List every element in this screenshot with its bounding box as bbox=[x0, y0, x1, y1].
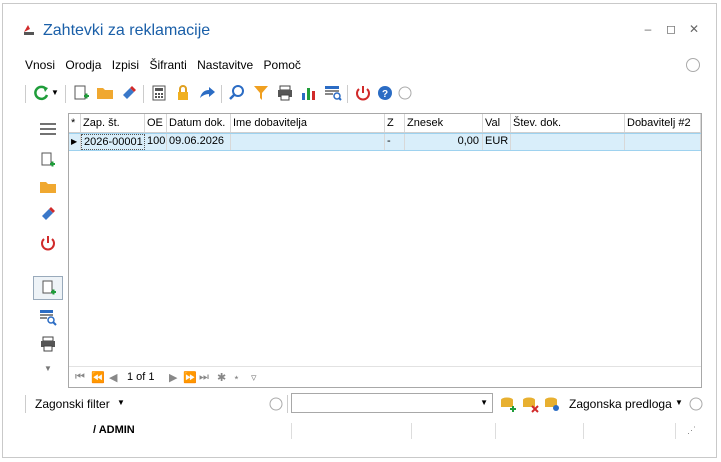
row-marker-header: * bbox=[69, 114, 81, 132]
template-settings-icon[interactable] bbox=[543, 395, 561, 413]
app-logo-icon bbox=[22, 23, 36, 37]
col-znesek[interactable]: Znesek bbox=[405, 114, 483, 132]
menu-options-icon[interactable] bbox=[686, 58, 700, 72]
user-status: / ADMIN bbox=[93, 424, 135, 436]
open-folder-icon[interactable] bbox=[95, 83, 115, 103]
new-document-side-icon[interactable] bbox=[39, 151, 57, 169]
eraser-side-icon[interactable] bbox=[39, 205, 57, 223]
delete-template-icon[interactable] bbox=[521, 395, 539, 413]
menu-bar: Vnosi Orodja Izpisi Šifranti Nastavitve … bbox=[25, 58, 308, 76]
cell-zap-st[interactable]: 2026-00001 bbox=[81, 134, 145, 150]
filter-navigator-icon[interactable]: ▿ bbox=[251, 371, 257, 384]
next-record-icon[interactable]: ▶ bbox=[169, 371, 177, 384]
left-action-bar: ▼ bbox=[31, 114, 63, 394]
filter-bar: Zagonski filter ▼ ▼ Zagonska predloga ▼ bbox=[25, 393, 715, 415]
last-page-icon[interactable]: ⏭ bbox=[199, 371, 209, 384]
close-button[interactable]: ✕ bbox=[685, 20, 703, 38]
filter-options-icon[interactable] bbox=[269, 397, 283, 411]
col-zap-st[interactable]: Zap. št. bbox=[81, 114, 145, 132]
open-folder-side-icon[interactable] bbox=[39, 178, 57, 196]
eraser-icon[interactable] bbox=[119, 83, 139, 103]
col-stev-dok[interactable]: Štev. dok. bbox=[511, 114, 625, 132]
first-page-icon[interactable]: ⏮ bbox=[75, 371, 85, 384]
template-combo[interactable]: ▼ bbox=[291, 393, 493, 413]
col-datum-dok[interactable]: Datum dok. bbox=[167, 114, 231, 132]
template-options-icon[interactable] bbox=[689, 397, 703, 411]
help-icon[interactable]: ? bbox=[375, 83, 395, 103]
lock-icon[interactable] bbox=[173, 83, 193, 103]
resize-grip-icon[interactable]: ⋰ bbox=[687, 425, 696, 436]
cell-ime-dobavitelja[interactable] bbox=[231, 134, 385, 150]
combo-dropdown-icon[interactable]: ▼ bbox=[480, 398, 488, 407]
more-down-icon[interactable]: ▼ bbox=[44, 364, 52, 373]
col-dobavitelj-2[interactable]: Dobavitelj #2 bbox=[625, 114, 701, 132]
hamburger-menu-icon[interactable] bbox=[39, 120, 57, 138]
grid-navigator: ⏮ ⏪ ◀ 1 of 1 ▶ ⏩ ⏭ ✱ ⋆ ▿ bbox=[69, 366, 701, 387]
calculator-icon[interactable] bbox=[149, 83, 169, 103]
title-bar: Zahtevki za reklamacije – ◻ ✕ bbox=[3, 4, 716, 50]
add-template-icon[interactable] bbox=[499, 395, 517, 413]
cell-val[interactable]: EUR bbox=[483, 134, 511, 150]
startup-filter-label[interactable]: Zagonski filter bbox=[35, 397, 110, 411]
pager-text: 1 of 1 bbox=[127, 371, 155, 383]
prev-page-icon[interactable]: ⏪ bbox=[91, 371, 105, 384]
row-indicator-icon: ▶ bbox=[69, 134, 81, 150]
menu-izpisi[interactable]: Izpisi bbox=[112, 58, 139, 72]
col-ime-dobavitelja[interactable]: Ime dobavitelja bbox=[231, 114, 385, 132]
data-grid: * Zap. št. OE Datum dok. Ime dobavitelja… bbox=[68, 113, 702, 388]
window-title: Zahtevki za reklamacije bbox=[43, 22, 211, 39]
print-side-icon[interactable] bbox=[39, 335, 57, 353]
window: Zahtevki za reklamacije – ◻ ✕ Vnosi Orod… bbox=[2, 3, 717, 458]
cell-oe[interactable]: 100 bbox=[145, 134, 167, 150]
startup-filter-dropdown-icon[interactable]: ▼ bbox=[117, 398, 125, 407]
col-val[interactable]: Val bbox=[483, 114, 511, 132]
new-item-side-button[interactable] bbox=[33, 276, 63, 300]
prev-record-icon[interactable]: ◀ bbox=[109, 371, 117, 384]
table-row[interactable]: ▶ 2026-00001 100 09.06.2026 - 0,00 EUR bbox=[69, 133, 701, 151]
refresh-dropdown-icon[interactable]: ▼ bbox=[51, 83, 59, 103]
menu-sifranti[interactable]: Šifranti bbox=[149, 58, 186, 72]
print-icon[interactable] bbox=[275, 83, 295, 103]
cell-stev-dok[interactable] bbox=[511, 134, 625, 150]
append-record-icon[interactable]: ✱ bbox=[217, 371, 226, 384]
toolbar: ▼ ? bbox=[25, 83, 425, 105]
filter-icon[interactable] bbox=[251, 83, 271, 103]
new-document-icon[interactable] bbox=[71, 83, 91, 103]
svg-text:?: ? bbox=[382, 89, 388, 100]
power-icon[interactable] bbox=[353, 83, 373, 103]
search-icon[interactable] bbox=[227, 83, 247, 103]
startup-template-label[interactable]: Zagonska predloga bbox=[569, 397, 672, 411]
cell-datum-dok[interactable]: 09.06.2026 bbox=[167, 134, 231, 150]
col-z[interactable]: Z bbox=[385, 114, 405, 132]
bar-chart-icon[interactable] bbox=[299, 83, 319, 103]
cell-znesek[interactable]: 0,00 bbox=[405, 134, 483, 150]
menu-pomoc[interactable]: Pomoč bbox=[264, 58, 301, 72]
menu-orodja[interactable]: Orodja bbox=[65, 58, 101, 72]
toolbar-options-icon[interactable] bbox=[395, 83, 415, 103]
forward-arrow-icon[interactable] bbox=[197, 83, 217, 103]
menu-nastavitve[interactable]: Nastavitve bbox=[197, 58, 253, 72]
maximize-button[interactable]: ◻ bbox=[662, 20, 680, 38]
refresh-icon[interactable] bbox=[31, 83, 51, 103]
minimize-button[interactable]: – bbox=[639, 20, 657, 38]
power-side-icon[interactable] bbox=[39, 234, 57, 252]
grid-search-icon[interactable] bbox=[323, 83, 343, 103]
startup-template-dropdown-icon[interactable]: ▼ bbox=[675, 398, 683, 407]
col-oe[interactable]: OE bbox=[145, 114, 167, 132]
next-page-icon[interactable]: ⏩ bbox=[183, 371, 197, 384]
cancel-edit-icon[interactable]: ⋆ bbox=[233, 371, 240, 384]
status-bar: / ADMIN ⋰ bbox=[3, 419, 716, 441]
grid-search-side-icon[interactable] bbox=[39, 308, 57, 326]
new-item-icon bbox=[42, 280, 56, 295]
menu-vnosi[interactable]: Vnosi bbox=[25, 58, 55, 72]
grid-header: * Zap. št. OE Datum dok. Ime dobavitelja… bbox=[69, 114, 701, 133]
cell-dobavitelj-2[interactable] bbox=[625, 134, 701, 150]
cell-z[interactable]: - bbox=[385, 134, 405, 150]
